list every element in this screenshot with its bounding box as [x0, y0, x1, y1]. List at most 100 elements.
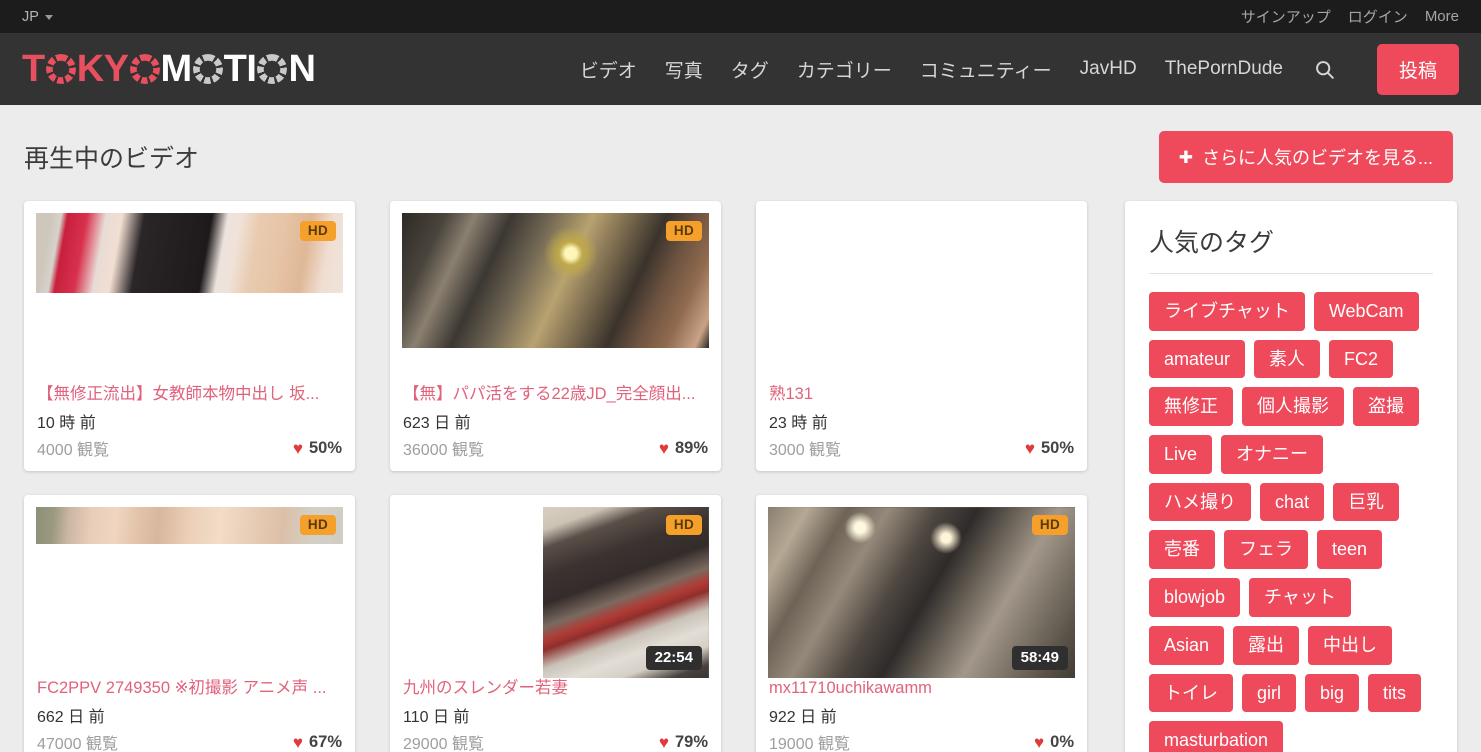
top-utility-links: サインアップ ログイン More [1241, 6, 1459, 27]
video-title[interactable]: 【無】パパ活をする22歳JD_完全顔出... [403, 384, 708, 405]
tag-item[interactable]: FC2 [1329, 339, 1394, 379]
tag-item[interactable]: 盗撮 [1353, 387, 1419, 427]
nav-javhd[interactable]: JavHD [1080, 58, 1137, 80]
tag-item[interactable]: 巨乳 [1333, 482, 1400, 522]
tag-item[interactable]: 無修正 [1149, 387, 1233, 427]
video-card[interactable]: HD 【無】パパ活をする22歳JD_完全顔出... 623 日 前 36000 … [390, 201, 721, 471]
video-rating: ♥ 67% [293, 733, 342, 752]
video-thumbnail[interactable] [768, 213, 1075, 385]
video-card[interactable]: HD 22:54 九州のスレンダー若妻 110 日 前 29000 観覧 ♥ 7… [390, 495, 721, 752]
more-link[interactable]: More [1425, 8, 1459, 25]
logo-text-part4: TI [223, 48, 257, 90]
nav-community[interactable]: コミュニティー [920, 56, 1052, 83]
video-card-footer: 29000 観覧 ♥ 79% [403, 730, 708, 752]
language-selector[interactable]: JP [22, 9, 53, 25]
tag-item[interactable]: girl [1242, 673, 1297, 713]
video-card[interactable]: HD 58:49 mx11710uchikawamm 922 日 前 19000… [756, 495, 1087, 752]
video-thumbnail[interactable]: HD 58:49 [768, 507, 1075, 679]
video-card-footer: 36000 観覧 ♥ 89% [403, 436, 708, 460]
tag-item[interactable]: トイレ [1149, 673, 1233, 713]
tag-item[interactable]: WebCam [1313, 292, 1419, 331]
video-thumbnail[interactable]: HD [36, 213, 343, 385]
nav-photos[interactable]: 写真 [665, 56, 703, 83]
video-card[interactable]: HD 【無修正流出】女教師本物中出し 坂... 10 時 前 4000 観覧 ♥… [24, 201, 355, 471]
tag-item[interactable]: チャット [1249, 578, 1351, 617]
video-card-info: 熟131 23 時 前 3000 観覧 ♥ 50% [756, 384, 1087, 471]
nav-categories[interactable]: カテゴリー [797, 56, 892, 83]
hd-badge: HD [1031, 515, 1068, 535]
video-title[interactable]: 【無修正流出】女教師本物中出し 坂... [37, 384, 342, 405]
hd-badge: HD [665, 221, 702, 241]
tag-item[interactable]: Live [1149, 435, 1213, 474]
tag-item[interactable]: ハメ撮り [1149, 482, 1251, 522]
logo-text-part3: M [160, 48, 193, 90]
video-card-info: mx11710uchikawamm 922 日 前 19000 観覧 ♥ 0% [756, 678, 1087, 752]
video-date: 922 日 前 [769, 709, 837, 726]
video-views: 3000 観覧 [769, 442, 842, 459]
video-rating: ♥ 79% [659, 733, 708, 752]
heart-icon: ♥ [1024, 438, 1035, 458]
plus-icon: ✚ [1178, 147, 1193, 167]
language-label: JP [22, 8, 39, 25]
thumbnail-image [36, 213, 343, 293]
hd-badge: HD [665, 515, 702, 535]
heart-icon: ♥ [292, 732, 303, 752]
tag-item[interactable]: 素人 [1254, 339, 1321, 379]
rating-value: 79% [674, 732, 708, 751]
video-card[interactable]: 熟131 23 時 前 3000 観覧 ♥ 50% [756, 201, 1087, 471]
video-rating: ♥ 50% [1025, 439, 1074, 458]
more-popular-videos-label: さらに人気のビデオを見る... [1201, 148, 1433, 168]
video-card-footer: 4000 観覧 ♥ 50% [37, 436, 342, 460]
tag-item[interactable]: big [1305, 673, 1360, 713]
tag-item[interactable]: オナニー [1221, 435, 1324, 474]
tag-item[interactable]: tits [1368, 673, 1422, 713]
video-card-footer: 3000 観覧 ♥ 50% [769, 436, 1074, 460]
sidebar-title: 人気のタグ [1149, 223, 1433, 274]
tag-item[interactable]: 露出 [1233, 625, 1300, 665]
post-button[interactable]: 投稿 [1376, 43, 1459, 95]
signup-link[interactable]: サインアップ [1241, 6, 1331, 27]
video-views: 36000 観覧 [403, 442, 484, 459]
more-popular-videos-button[interactable]: ✚ さらに人気のビデオを見る... [1158, 131, 1453, 183]
content-area: HD 【無修正流出】女教師本物中出し 坂... 10 時 前 4000 観覧 ♥… [0, 201, 1481, 752]
video-thumbnail[interactable]: HD [402, 213, 709, 385]
site-logo[interactable]: T KY M TI N [22, 48, 316, 90]
login-link[interactable]: ログイン [1348, 6, 1408, 27]
logo-ring-icon-grey-2 [257, 54, 287, 84]
video-card[interactable]: HD FC2PPV 2749350 ※初撮影 アニメ声 ... 662 日 前 … [24, 495, 355, 752]
heart-icon: ♥ [658, 732, 669, 752]
tag-item[interactable]: amateur [1149, 339, 1246, 379]
video-thumbnail[interactable]: HD 22:54 [402, 507, 709, 679]
page-header: 再生中のビデオ ✚ さらに人気のビデオを見る... [0, 105, 1481, 201]
tag-item[interactable]: chat [1260, 482, 1325, 522]
video-rating: ♥ 89% [659, 439, 708, 458]
video-title[interactable]: FC2PPV 2749350 ※初撮影 アニメ声 ... [37, 678, 342, 699]
logo-ring-icon-grey [193, 54, 223, 84]
video-card-info: 九州のスレンダー若妻 110 日 前 29000 観覧 ♥ 79% [390, 678, 721, 752]
tag-item[interactable]: フェラ [1224, 530, 1308, 570]
video-date: 623 日 前 [403, 415, 471, 432]
nav-videos[interactable]: ビデオ [580, 56, 637, 83]
nav-links: ビデオ 写真 タグ カテゴリー コミュニティー JavHD ThePornDud… [580, 43, 1459, 95]
tag-item[interactable]: teen [1317, 530, 1383, 570]
tag-item[interactable]: 壱番 [1149, 530, 1215, 570]
page-title: 再生中のビデオ [24, 145, 200, 173]
video-title[interactable]: mx11710uchikawamm [769, 678, 1074, 699]
tag-item[interactable]: masturbation [1149, 721, 1284, 752]
rating-value: 0% [1050, 732, 1074, 751]
tag-item[interactable]: ライブチャット [1149, 292, 1305, 331]
tag-item[interactable]: 中出し [1308, 625, 1393, 665]
tag-item[interactable]: blowjob [1149, 578, 1241, 617]
tag-item[interactable]: 個人撮影 [1242, 387, 1344, 427]
hd-badge: HD [299, 515, 336, 535]
video-views: 19000 観覧 [769, 736, 850, 752]
nav-theporndude[interactable]: ThePornDude [1165, 58, 1283, 80]
video-title[interactable]: 熟131 [769, 384, 1074, 405]
tag-item[interactable]: Asian [1149, 625, 1225, 665]
video-thumbnail[interactable]: HD [36, 507, 343, 679]
search-icon[interactable] [1313, 57, 1337, 81]
nav-tags[interactable]: タグ [731, 56, 769, 83]
video-date: 10 時 前 [37, 415, 96, 432]
video-title[interactable]: 九州のスレンダー若妻 [403, 678, 708, 699]
hd-badge: HD [299, 221, 336, 241]
